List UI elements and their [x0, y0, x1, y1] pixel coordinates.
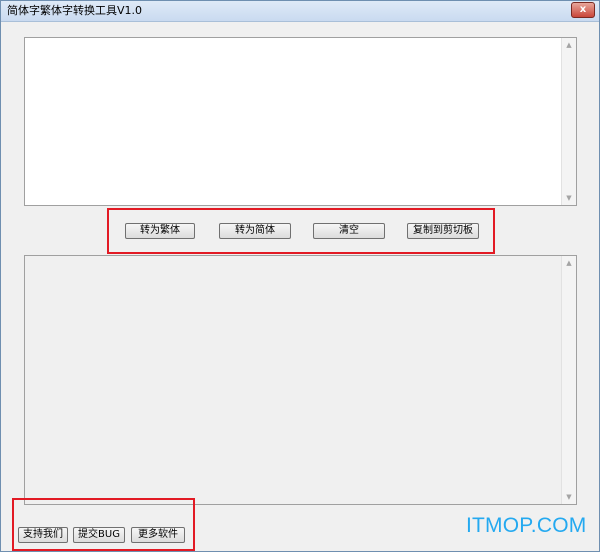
scroll-up-arrow-icon[interactable]: ▲ — [562, 38, 576, 52]
output-text-area-frame: ▲ ▼ — [24, 255, 577, 505]
to-simplified-button[interactable]: 转为简体 — [219, 223, 291, 239]
close-button[interactable]: x — [571, 2, 595, 18]
close-icon: x — [579, 4, 587, 15]
submit-bug-button[interactable]: 提交BUG — [73, 527, 125, 543]
output-text-area[interactable] — [25, 256, 561, 504]
support-us-button[interactable]: 支持我们 — [18, 527, 68, 543]
window-title: 简体字繁体字转换工具V1.0 — [7, 4, 143, 17]
more-software-button[interactable]: 更多软件 — [131, 527, 185, 543]
clear-button[interactable]: 清空 — [313, 223, 385, 239]
copy-to-clipboard-button[interactable]: 复制到剪切板 — [407, 223, 479, 239]
scroll-down-arrow-icon[interactable]: ▼ — [562, 490, 576, 504]
scroll-down-arrow-icon[interactable]: ▼ — [562, 191, 576, 205]
output-scrollbar[interactable]: ▲ ▼ — [561, 256, 576, 504]
input-text-area[interactable] — [25, 38, 561, 205]
scroll-up-arrow-icon[interactable]: ▲ — [562, 256, 576, 270]
title-bar[interactable]: 简体字繁体字转换工具V1.0 x — [1, 1, 599, 22]
to-traditional-button[interactable]: 转为繁体 — [125, 223, 195, 239]
itmop-watermark: ITMOP.COM — [466, 514, 587, 537]
input-scrollbar[interactable]: ▲ ▼ — [561, 38, 576, 205]
app-window: 简体字繁体字转换工具V1.0 x ▲ ▼ 转为繁体 转为简体 清空 复制到剪切板… — [0, 0, 600, 552]
input-text-area-frame: ▲ ▼ — [24, 37, 577, 206]
footer-buttons-highlight — [12, 498, 195, 551]
